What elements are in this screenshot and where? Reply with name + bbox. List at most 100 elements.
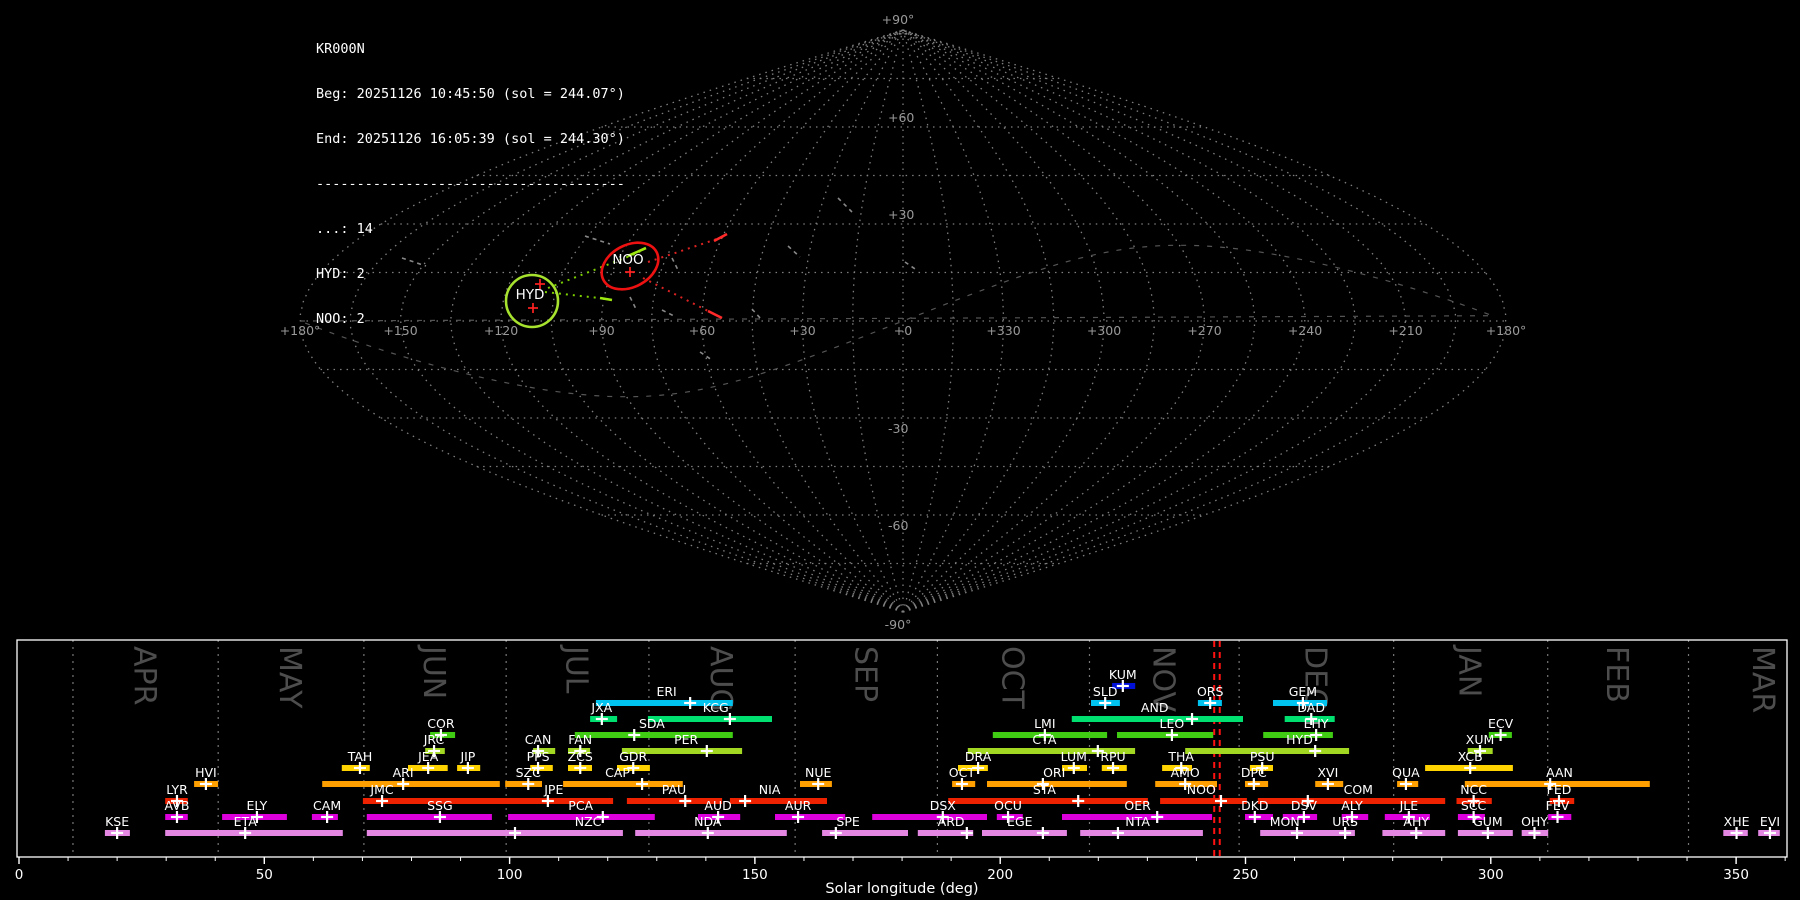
shower-bar-leo [1117,732,1214,738]
lat-label: +90° [882,12,915,27]
lon-label: +60 [689,323,715,338]
shower-code-label: URS [1332,814,1358,829]
shower-code-label: SPE [836,814,859,829]
meteor-trail [751,308,762,320]
lon-label: +180° [1486,323,1527,338]
lat-label: -90° [885,617,912,632]
shower-code-label: ARD [938,814,965,829]
shower-code-label: TAH [347,749,373,764]
tick-label: 300 [1478,867,1504,883]
station-id: KR000N [316,41,365,57]
shower-code-label: FED [1547,782,1572,797]
tick-label: 250 [1233,867,1259,883]
shower-code-label: XUM [1466,732,1495,747]
shower-code-label: COM [1344,782,1373,797]
shower-code-label: SLD [1093,684,1118,699]
x-axis-title: Solar longitude (deg) [825,881,978,897]
meteor-observation-screen: KR000N Beg: 20251126 10:45:50 (sol = 244… [0,0,1800,900]
shower-code-label: AMO [1171,765,1200,780]
shower-bar-jpe [508,798,614,804]
shower-bar-ari [322,781,500,787]
shower-code-label: DRA [965,749,992,764]
shower-code-label: DSX [930,798,957,813]
shower-code-label: AHY [1403,814,1429,829]
shower-code-label: PER [674,732,698,747]
tick-label: 0 [15,867,24,883]
shower-code-label: DKD [1241,798,1268,813]
session-info-panel: KR000N Beg: 20251126 10:45:50 (sol = 244… [316,12,625,357]
shower-code-label: GEM [1289,684,1317,699]
meridian-line [902,29,1256,613]
count-noo: NOO: 2 [316,311,365,327]
shower-code-label: EVI [1760,814,1780,829]
shower-bar-eta [165,830,343,836]
session-begin: Beg: 20251126 10:45:50 (sol = 244.07°) [316,86,625,102]
shower-code-label: FAN [568,732,592,747]
month-label: JUL [559,644,594,694]
shower-code-label: AND [1141,700,1169,715]
shower-code-label: PPS [527,749,550,764]
shower-bar-dsx [872,814,987,820]
lon-label: +210 [1388,323,1422,338]
shower-code-label: NIA [759,782,781,797]
lon-label: +300 [1087,323,1121,338]
shower-code-label: ERI [656,684,676,699]
shower-code-label: AUR [785,798,812,813]
shower-code-label: EHY [1304,716,1329,731]
shower-code-label: KUM [1109,667,1137,682]
noo-trails [642,232,728,320]
shower-code-label: OER [1124,798,1151,813]
shower-trail [642,277,717,316]
lon-label: +240 [1288,323,1322,338]
shower-code-label: LUM [1061,749,1087,764]
meteor-trail [671,257,680,273]
tick-label: 350 [1723,867,1749,883]
shower-code-label: LMI [1034,716,1055,731]
shower-code-label: ELY [246,798,267,813]
count-hyd: HYD: 2 [316,266,365,282]
shower-code-label: COR [427,716,455,731]
shower-code-label: KSE [105,814,129,829]
tick-label: 200 [987,867,1013,883]
meteor-trail [904,261,919,272]
shower-code-label: NTA [1125,814,1150,829]
shower-code-label: DAD [1297,700,1325,715]
lon-label: +180° [280,323,321,338]
lon-label: +330 [986,323,1020,338]
shower-code-label: NZC [575,814,602,829]
shower-code-label: CAM [313,798,341,813]
shower-bar-ori [987,781,1127,787]
shower-code-label: THA [1167,749,1194,764]
shower-code-label: JEA [417,749,439,764]
shower-code-label: DSV [1291,798,1318,813]
lat-label: +60 [888,110,914,125]
meteor-trail [787,245,801,258]
session-end: End: 20251126 16:05:39 (sol = 244.30°) [316,131,625,147]
shower-code-label: GDR [619,749,647,764]
shower-code-label: XVI [1317,765,1338,780]
month-label: OCT [994,646,1029,710]
shower-code-label: JPE [543,782,563,797]
shower-code-label: XCB [1458,749,1483,764]
shower-code-label: ORS [1197,684,1224,699]
shower-code-label: ORI [1043,765,1065,780]
shower-code-label: CAP [605,765,630,780]
shower-code-label: ALY [1341,798,1363,813]
shower-bar-nta [1080,830,1203,836]
shower-trail-head [713,232,728,243]
shower-code-label: CAN [525,732,552,747]
shower-code-label: GUM [1473,814,1503,829]
shower-bar-ege [982,830,1067,836]
shower-code-label: SZC [516,765,541,780]
meteor-trail [661,309,677,318]
lat-label: +30 [888,207,914,222]
shower-code-label: ZCS [568,749,593,764]
shower-bar-kcg [647,716,772,722]
x-axis: 0 50 100 150 200 250 300 350 Solar longitude (de… [15,857,1786,897]
shower-code-label: LEO [1160,716,1185,731]
tick-label: 150 [742,867,768,883]
month-label: JUN [416,644,451,699]
lon-label: +30 [789,323,815,338]
shower-code-label: NDA [694,814,722,829]
shower-code-label: SDA [639,716,665,731]
